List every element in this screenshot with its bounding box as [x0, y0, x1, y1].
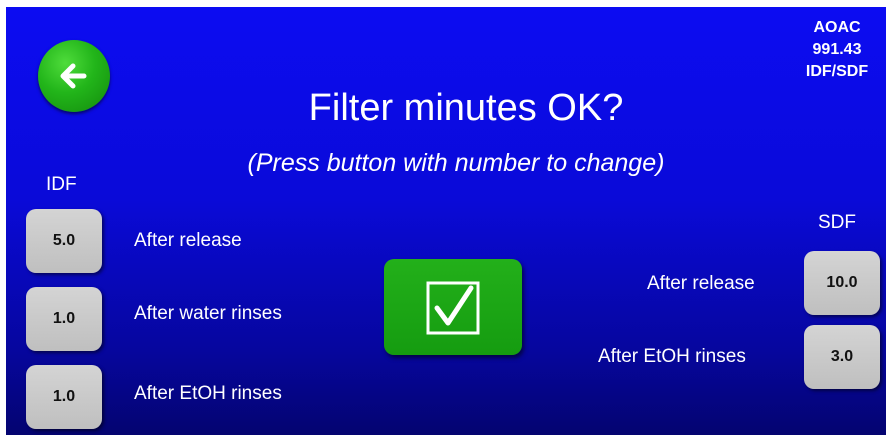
idf-after-etoh-rinses-button[interactable]: 1.0	[26, 365, 102, 429]
method-label: AOAC 991.43 IDF/SDF	[794, 17, 880, 83]
checkbox-check-icon	[426, 281, 480, 335]
arrow-left-icon	[60, 63, 87, 89]
sdf-after-release-label: After release	[647, 273, 755, 294]
confirm-ok-button[interactable]	[384, 259, 522, 355]
method-line: 991.43	[812, 41, 862, 58]
sdf-after-etoh-rinses-label: After EtOH rinses	[598, 346, 746, 367]
idf-after-water-rinses-label: After water rinses	[134, 303, 282, 324]
idf-after-water-rinses-button[interactable]: 1.0	[26, 287, 102, 351]
page-subtitle: (Press button with number to change)	[247, 149, 665, 177]
idf-after-release-label: After release	[134, 230, 242, 251]
filter-minutes-screen: AOAC 991.43 IDF/SDF Filter minutes OK? (…	[6, 7, 886, 435]
sdf-section-label: SDF	[818, 212, 856, 233]
idf-after-release-button[interactable]: 5.0	[26, 209, 102, 273]
method-line: IDF/SDF	[805, 63, 869, 80]
idf-after-etoh-rinses-label: After EtOH rinses	[134, 383, 282, 404]
sdf-after-etoh-rinses-button[interactable]: 3.0	[804, 325, 880, 389]
back-button[interactable]	[38, 40, 110, 112]
sdf-after-release-button[interactable]: 10.0	[804, 251, 880, 315]
method-line: AOAC	[813, 19, 861, 36]
idf-section-label: IDF	[46, 174, 77, 195]
page-title: Filter minutes OK?	[308, 87, 624, 129]
